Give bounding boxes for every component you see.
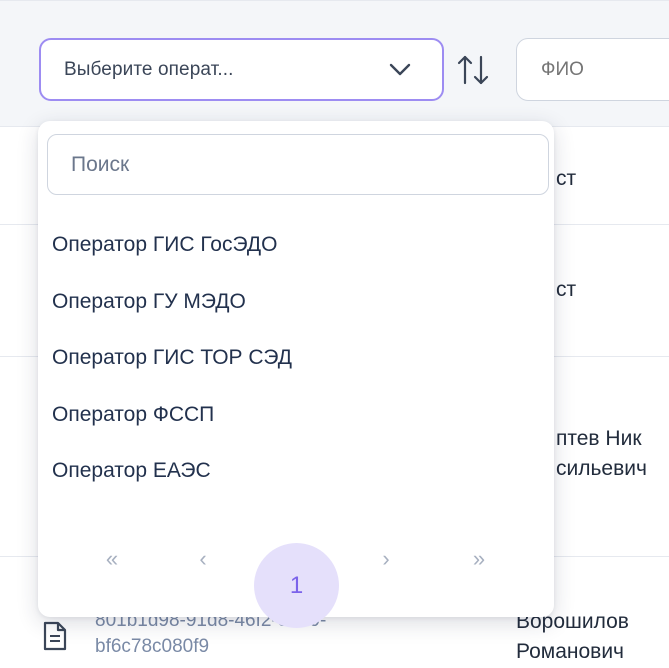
operator-dropdown: Оператор ГИС ГосЭДО Оператор ГУ МЭДО Опе… xyxy=(38,121,554,628)
option-gu-medo[interactable]: Оператор ГУ МЭДО xyxy=(52,287,246,317)
document-icon xyxy=(43,621,67,651)
dropdown-search-input[interactable] xyxy=(47,134,549,195)
sort-arrows-icon[interactable] xyxy=(456,52,490,88)
table-cell-name: птев Ник xyxy=(556,427,642,450)
pagination-next-button[interactable]: › xyxy=(366,539,406,579)
table-cell-status: ст xyxy=(556,278,577,301)
option-fssp[interactable]: Оператор ФССП xyxy=(52,400,214,430)
pagination-prev-button[interactable]: ‹ xyxy=(183,539,223,579)
operator-select-value: Выберите операт... xyxy=(64,58,234,80)
chevron-down-icon xyxy=(389,63,411,76)
pagination-current-page[interactable]: 1 xyxy=(254,543,339,628)
pagination-first-button[interactable]: « xyxy=(92,539,132,579)
document-id-line: bf6c78c080f9 xyxy=(95,636,210,657)
option-gis-tor-sed[interactable]: Оператор ГИС ТОР СЭД xyxy=(52,343,292,373)
fio-input[interactable] xyxy=(516,38,669,101)
table-cell-name: сильевич xyxy=(556,457,647,480)
table-cell-name: Романович xyxy=(516,640,624,663)
option-gis-gosedo[interactable]: Оператор ГИС ГосЭДО xyxy=(52,230,277,260)
operator-select[interactable]: Выберите операт... xyxy=(39,38,444,101)
pagination-last-button[interactable]: » xyxy=(459,539,499,579)
table-cell-status: ст xyxy=(556,167,577,190)
option-eaes[interactable]: Оператор ЕАЭС xyxy=(52,456,211,486)
